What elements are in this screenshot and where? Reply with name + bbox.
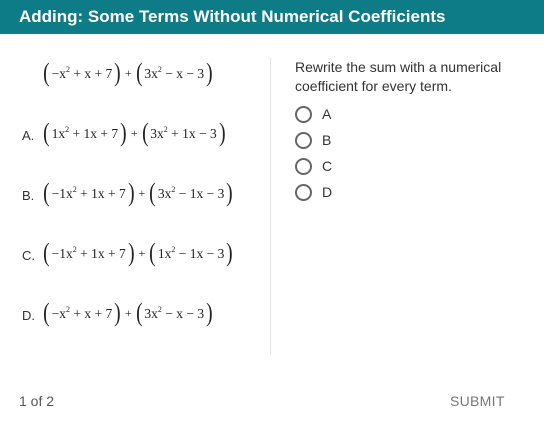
term-base: 3x [144, 65, 158, 81]
choice-label: A [322, 106, 332, 122]
choice-c-radio[interactable]: C [295, 156, 332, 176]
option-a-expression: ( 1x2 + 1x + 7 ) + ( 3x2 + 1x − 3 ) [42, 120, 226, 146]
radio-circle-icon[interactable] [295, 183, 312, 201]
term-rest: − x − 3 [165, 65, 205, 81]
term-base: 1x [51, 125, 66, 141]
open-paren: ( [135, 298, 143, 327]
option-letter: D. [22, 308, 35, 323]
option-letter: A. [22, 128, 35, 143]
term-base: −x [51, 305, 67, 321]
page-indicator: 1 of 2 [19, 393, 55, 409]
choice-label: C [322, 158, 333, 174]
option-d-row: D. ( −x2 + x + 7 ) + ( 3x2 − x − 3 ) [0, 296, 270, 336]
open-paren: ( [43, 58, 50, 87]
term-base: −1x [51, 245, 73, 261]
main-term-2: 3x2 − x − 3 [143, 65, 205, 82]
panel-divider [270, 58, 271, 354]
plus-sign: + [138, 185, 146, 200]
option-b-expression: ( −1x2 + 1x + 7 ) + ( 3x2 − 1x − 3 ) [42, 180, 234, 206]
open-paren: ( [141, 118, 149, 147]
term-rest: + 1x + 7 [80, 185, 126, 201]
close-paren: ) [127, 178, 135, 207]
open-paren: ( [135, 58, 143, 87]
term-exponent: 2 [72, 244, 77, 254]
term-base: 3x [157, 185, 172, 201]
choice-a-radio[interactable]: A [295, 104, 331, 124]
term: −x2 + x + 7 [51, 305, 114, 322]
open-paren: ( [43, 118, 50, 147]
term-base: −1x [51, 185, 73, 201]
plus-sign: + [124, 305, 132, 320]
term: 1x2 + 1x + 7 [51, 125, 119, 142]
term: 3x2 − 1x − 3 [157, 185, 225, 202]
radio-circle-icon[interactable] [295, 105, 312, 123]
close-paren: ) [206, 298, 213, 327]
open-paren: ( [43, 238, 50, 267]
close-paren: ) [114, 298, 121, 327]
term-exponent: 2 [171, 244, 176, 254]
term: 3x2 + 1x − 3 [149, 125, 217, 142]
plus-sign: + [124, 65, 132, 80]
option-letter: C. [22, 248, 35, 263]
activity-title: Adding: Some Terms Without Numerical Coe… [0, 0, 544, 34]
term-rest: − x − 3 [165, 305, 205, 321]
option-d-expression: ( −x2 + x + 7 ) + ( 3x2 − x − 3 ) [42, 300, 214, 326]
term: −1x2 + 1x + 7 [51, 245, 127, 262]
choice-label: D [322, 184, 333, 200]
close-paren: ) [120, 118, 127, 147]
term: −1x2 + 1x + 7 [51, 185, 127, 202]
close-paren: ) [218, 118, 226, 147]
radio-circle-icon[interactable] [295, 131, 312, 149]
term-rest: − 1x − 3 [178, 185, 225, 201]
term-rest: + 1x + 7 [80, 245, 126, 261]
term-exponent: 2 [157, 304, 162, 314]
term-base: −x [51, 65, 67, 81]
main-term-1: −x2 + x + 7 [51, 65, 114, 82]
term-exponent: 2 [65, 124, 70, 134]
term-base: 1x [157, 245, 172, 261]
term-rest: + 1x − 3 [171, 125, 217, 141]
term-exponent: 2 [66, 304, 71, 314]
option-b-row: B. ( −1x2 + 1x + 7 ) + ( 3x2 − 1x − 3 ) [0, 176, 270, 216]
open-paren: ( [43, 298, 50, 327]
close-paren: ) [206, 58, 213, 87]
submit-button[interactable]: SUBMIT [450, 393, 505, 409]
plus-sign: + [138, 245, 146, 260]
option-letter: B. [22, 188, 35, 203]
choice-b-radio[interactable]: B [295, 130, 331, 150]
term: 1x2 − 1x − 3 [157, 245, 225, 262]
term-rest: + 1x + 7 [72, 125, 119, 141]
open-paren: ( [149, 178, 156, 207]
term-exponent: 2 [163, 124, 168, 134]
radio-circle-icon[interactable] [295, 157, 312, 175]
option-a-row: A. ( 1x2 + 1x + 7 ) + ( 3x2 + 1x − 3 ) [0, 116, 270, 156]
open-paren: ( [43, 178, 50, 207]
close-paren: ) [226, 238, 233, 267]
term: 3x2 − x − 3 [143, 305, 205, 322]
choice-d-radio[interactable]: D [295, 182, 332, 202]
option-c-expression: ( −1x2 + 1x + 7 ) + ( 1x2 − 1x − 3 ) [42, 240, 234, 266]
option-c-row: C. ( −1x2 + 1x + 7 ) + ( 1x2 − 1x − 3 ) [0, 236, 270, 276]
term-rest: + x + 7 [73, 305, 113, 321]
term-exponent: 2 [72, 184, 77, 194]
close-paren: ) [226, 178, 233, 207]
close-paren: ) [127, 238, 135, 267]
plus-sign: + [130, 125, 138, 140]
main-expression-row: ( −x2 + x + 7 ) + ( 3x2 − x − 3 ) [0, 56, 270, 96]
term-exponent: 2 [171, 184, 176, 194]
term-rest: + x + 7 [73, 65, 113, 81]
term-exponent: 2 [66, 64, 71, 74]
close-paren: ) [114, 58, 121, 87]
open-paren: ( [149, 238, 156, 267]
term-rest: − 1x − 3 [178, 245, 225, 261]
term-exponent: 2 [157, 64, 162, 74]
term-base: 3x [144, 305, 158, 321]
main-expression: ( −x2 + x + 7 ) + ( 3x2 − x − 3 ) [42, 60, 214, 86]
choice-label: B [322, 132, 332, 148]
question-prompt: Rewrite the sum with a numerical coeffic… [295, 59, 502, 94]
term-base: 3x [150, 125, 164, 141]
